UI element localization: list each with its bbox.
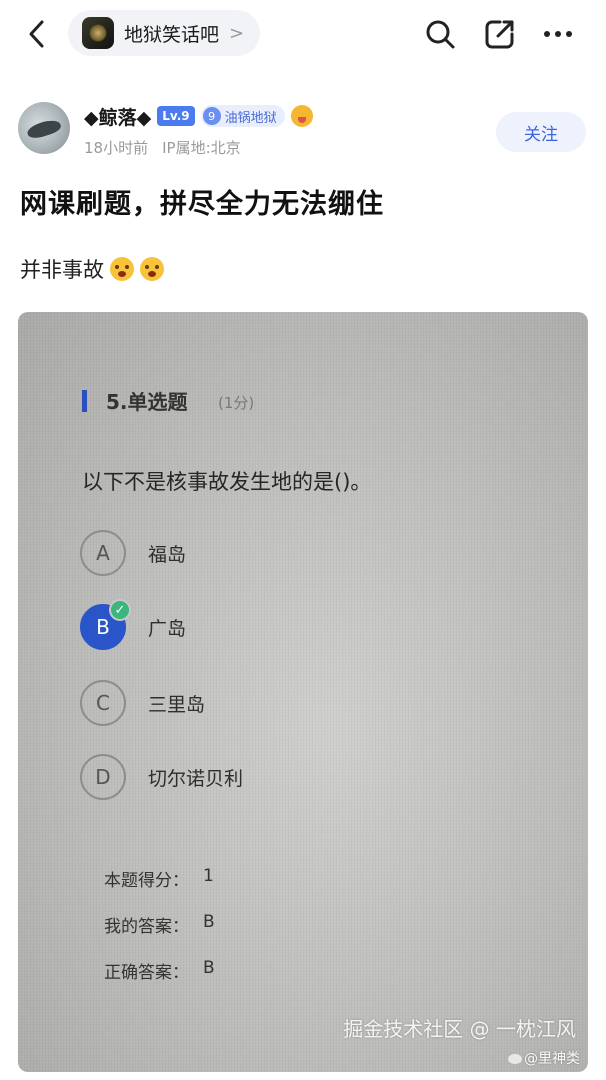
result-correct-answer: 正确答案： B	[104, 958, 215, 983]
watermark-handle: @里神类	[524, 1051, 580, 1067]
more-icon	[544, 31, 572, 37]
ip-location: IP属地:北京	[162, 139, 241, 157]
option-text: 三里岛	[148, 693, 206, 716]
fan-badge: 9 油锅地狱	[200, 105, 285, 127]
shocked-face-icon	[110, 257, 134, 281]
question-score-hint: (1分)	[218, 394, 255, 412]
result-label: 我的答案：	[104, 917, 189, 937]
option-c: C 三里岛	[80, 680, 205, 726]
option-text: 福岛	[148, 543, 187, 566]
question-marker	[82, 390, 87, 412]
shocked-face-icon	[140, 257, 164, 281]
watermark-text: 掘金技术社区 @ 一枕江风	[343, 1017, 576, 1041]
more-button[interactable]	[538, 14, 578, 54]
option-text: 切尔诺贝利	[148, 767, 244, 790]
check-icon: ✓	[109, 599, 131, 621]
option-letter: C	[80, 680, 126, 726]
result-my-answer: 我的答案： B	[104, 912, 215, 937]
back-button[interactable]	[20, 14, 52, 54]
forum-entry-button[interactable]: 地狱笑话吧 >	[68, 10, 261, 56]
fan-level: 9	[202, 107, 221, 125]
chevron-right-icon: >	[229, 22, 245, 44]
option-letter-selected: B ✓	[80, 599, 131, 650]
option-text: 广岛	[148, 617, 187, 640]
post-title: 网课刷题，拼尽全力无法绷住	[20, 189, 384, 220]
search-icon	[426, 20, 455, 49]
post-meta: 18小时前 IP属地:北京	[84, 137, 241, 158]
post-body-text: 并非事故	[20, 258, 104, 282]
weibo-icon	[508, 1054, 522, 1064]
option-letter: B	[96, 615, 110, 639]
follow-button[interactable]: 关注	[496, 112, 586, 152]
watermark-weibo: @里神类	[508, 1048, 580, 1068]
option-letter: D	[80, 754, 126, 800]
fan-title: 油锅地狱	[224, 110, 277, 126]
post-image[interactable]: 5.单选题 (1分) 以下不是核事故发生地的是()。 A 福岛 B ✓ 广岛 C…	[18, 312, 588, 1072]
result-value: 1	[203, 866, 214, 886]
result-label: 本题得分：	[104, 871, 189, 891]
post-body: 并非事故	[20, 254, 164, 284]
chevron-left-icon	[29, 20, 44, 48]
search-button[interactable]	[420, 14, 460, 54]
forum-avatar	[82, 17, 114, 49]
author-avatar[interactable]	[18, 102, 70, 154]
result-value: B	[203, 912, 215, 932]
top-bar: 地狱笑话吧 >	[0, 0, 606, 68]
option-letter: A	[80, 530, 126, 576]
result-value: B	[203, 958, 215, 978]
option-b: B ✓ 广岛	[80, 599, 187, 650]
author-name-row: ◆鲸落◆ Lv.9 9 油锅地狱	[84, 102, 313, 130]
option-a: A 福岛	[80, 530, 186, 576]
result-label: 正确答案：	[104, 963, 189, 983]
forum-name: 地狱笑话吧	[124, 23, 220, 46]
share-button[interactable]	[480, 14, 520, 54]
author-name[interactable]: ◆鲸落◆	[84, 103, 151, 130]
share-icon	[485, 20, 514, 49]
level-badge: Lv.9	[157, 106, 195, 126]
post-page: 地狱笑话吧 > ◆鲸落◆ Lv.9 9 油锅地狱 18小时前 IP属地:北京 关…	[0, 0, 606, 1080]
post-time: 18小时前	[84, 139, 149, 157]
option-d: D 切尔诺贝利	[80, 754, 243, 800]
emoji-badge-icon	[290, 105, 313, 127]
question-title: 5.单选题	[106, 390, 188, 414]
whale-icon	[25, 117, 63, 141]
result-score: 本题得分： 1	[104, 866, 214, 891]
question-stem: 以下不是核事故发生地的是()。	[82, 470, 372, 494]
